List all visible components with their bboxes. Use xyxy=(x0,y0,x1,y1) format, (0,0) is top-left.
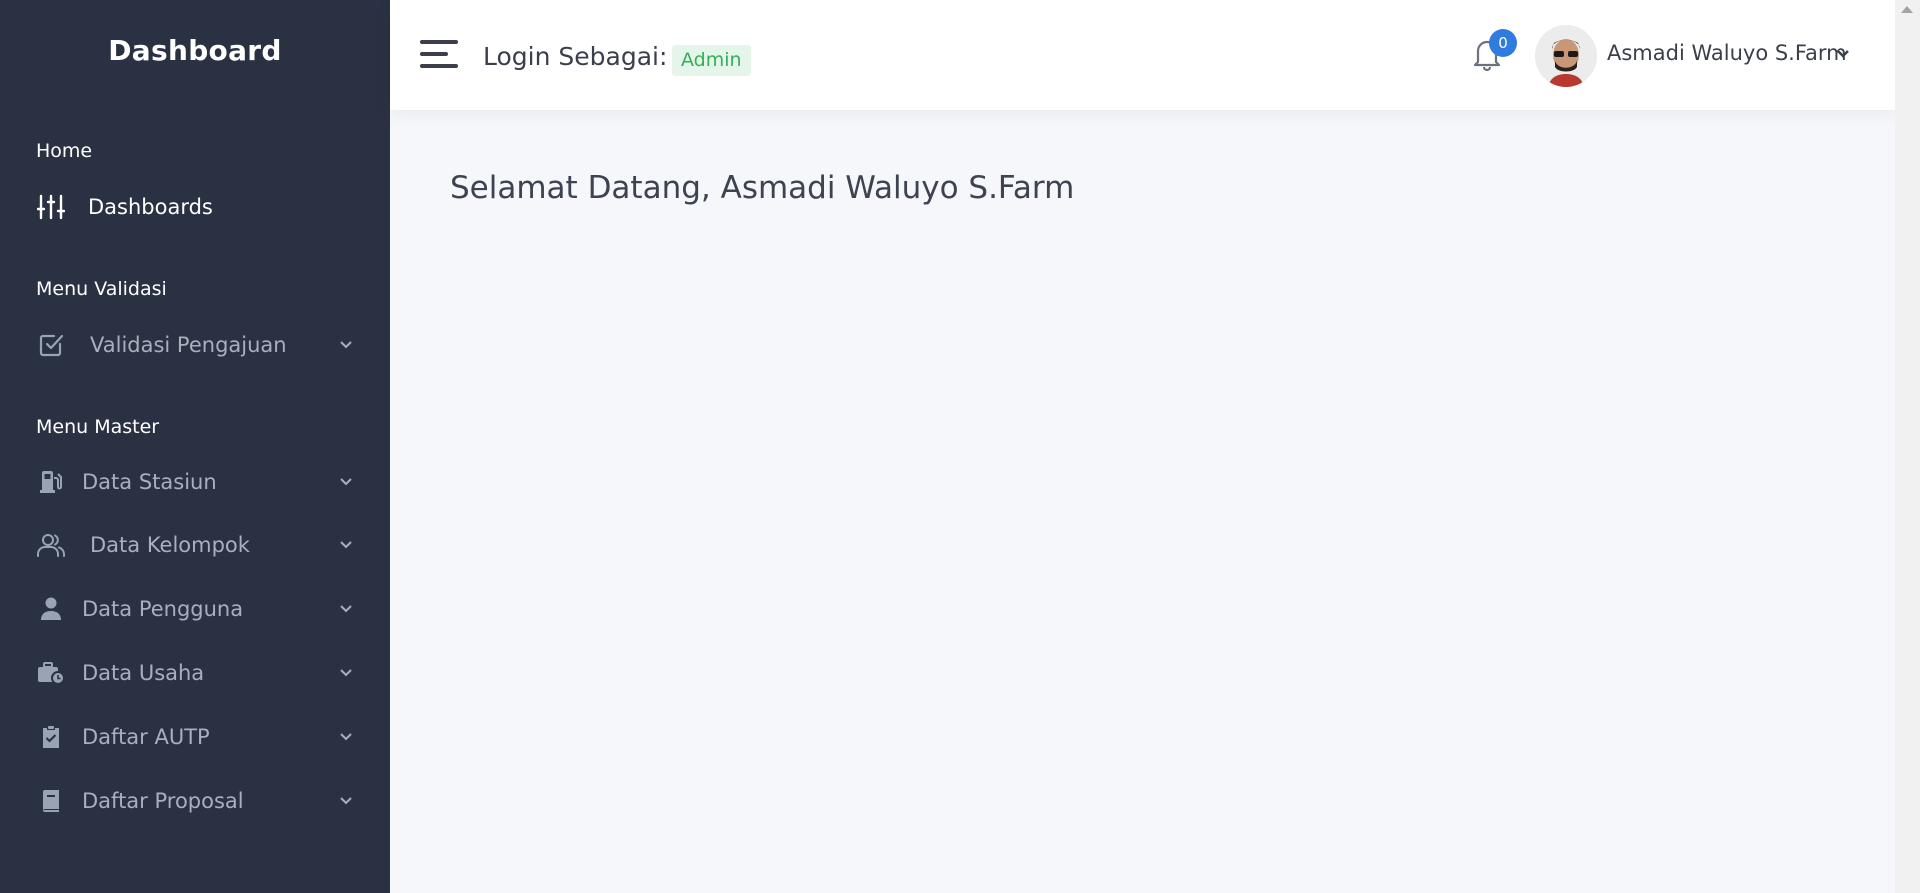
sidebar-item-data-usaha[interactable]: Data Usaha xyxy=(36,651,356,695)
top-header: Login Sebagai: Admin 0 Asmadi Waluyo S.F… xyxy=(390,0,1895,110)
user-name[interactable]: Asmadi Waluyo S.Farm xyxy=(1607,41,1847,65)
chevron-down-icon xyxy=(336,727,356,747)
sliders-icon xyxy=(36,192,66,222)
menu-toggle-icon[interactable] xyxy=(420,38,458,70)
section-label-validasi: Menu Validasi xyxy=(36,278,167,300)
gas-station-icon xyxy=(36,467,66,497)
login-as-label: Login Sebagai: xyxy=(483,42,668,71)
chevron-down-icon xyxy=(336,791,356,811)
sidebar-item-label: Data Stasiun xyxy=(82,470,217,494)
sidebar-item-label: Daftar AUTP xyxy=(82,725,210,749)
sidebar-item-label: Data Kelompok xyxy=(90,533,250,557)
sidebar-item-daftar-autp[interactable]: Daftar AUTP xyxy=(36,715,356,759)
user-icon xyxy=(36,594,66,624)
welcome-heading: Selamat Datang, Asmadi Waluyo S.Farm xyxy=(450,170,1075,206)
book-icon xyxy=(36,786,66,816)
section-label-master: Menu Master xyxy=(36,416,160,438)
users-icon xyxy=(36,530,66,560)
notification-count-badge: 0 xyxy=(1489,29,1517,57)
section-label-home: Home xyxy=(36,140,93,162)
chevron-down-icon[interactable] xyxy=(1836,44,1854,62)
sidebar-item-label: Data Usaha xyxy=(82,661,205,685)
sidebar-item-validasi-pengajuan[interactable]: Validasi Pengajuan xyxy=(36,323,356,367)
chevron-down-icon xyxy=(336,535,356,555)
sidebar: Dashboard Home Dashboards Menu Validasi … xyxy=(0,0,390,893)
sidebar-item-data-kelompok[interactable]: Data Kelompok xyxy=(36,523,356,567)
sidebar-brand[interactable]: Dashboard xyxy=(0,0,390,100)
scroll-up-icon[interactable] xyxy=(1901,6,1913,13)
chevron-down-icon xyxy=(336,663,356,683)
sidebar-item-label: Validasi Pengajuan xyxy=(90,333,287,357)
chevron-down-icon xyxy=(336,599,356,619)
sidebar-item-data-pengguna[interactable]: Data Pengguna xyxy=(36,587,356,631)
avatar[interactable] xyxy=(1535,25,1597,87)
clipboard-check-icon xyxy=(36,722,66,752)
chevron-down-icon xyxy=(336,472,356,492)
sidebar-item-data-stasiun[interactable]: Data Stasiun xyxy=(36,460,356,504)
checkbox-icon xyxy=(36,330,66,360)
sidebar-item-label: Data Pengguna xyxy=(82,597,244,621)
briefcase-clock-icon xyxy=(36,658,66,688)
chevron-down-icon xyxy=(336,335,356,355)
sidebar-item-label: Daftar Proposal xyxy=(82,789,244,813)
role-badge: Admin xyxy=(672,45,751,76)
sidebar-item-dashboards[interactable]: Dashboards xyxy=(36,185,356,229)
page-scrollbar[interactable] xyxy=(1895,0,1920,893)
sidebar-item-label: Dashboards xyxy=(88,195,213,219)
sidebar-item-daftar-proposal[interactable]: Daftar Proposal xyxy=(36,779,356,823)
